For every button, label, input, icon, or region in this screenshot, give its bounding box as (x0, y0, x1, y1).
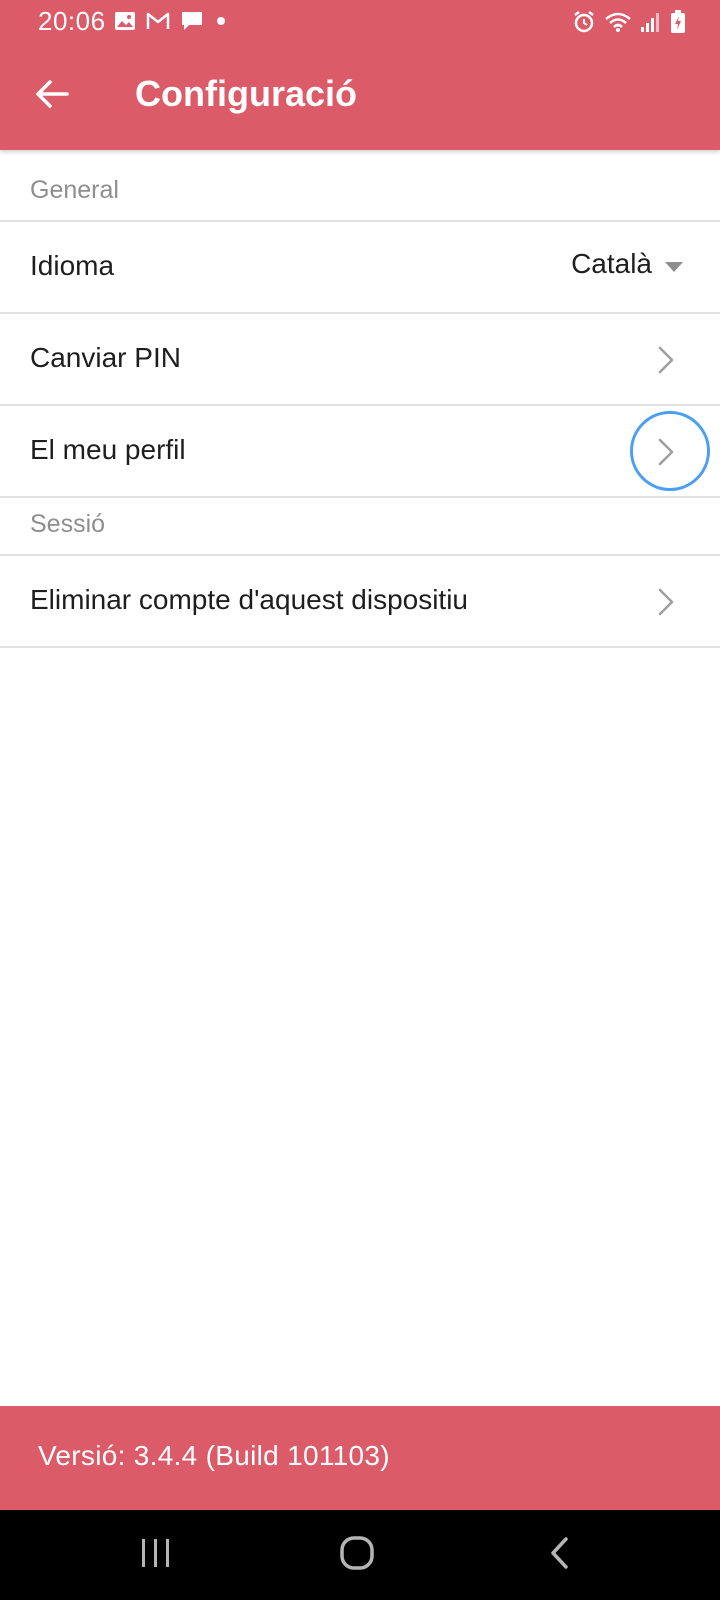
system-back-button[interactable] (530, 1530, 590, 1580)
change-pin-row[interactable]: Canviar PIN (0, 314, 720, 406)
section-header-general: General (0, 150, 720, 222)
chevron-right-icon (652, 586, 678, 618)
wifi-icon (604, 11, 632, 33)
signal-icon (640, 11, 662, 33)
chevron-right-icon (652, 344, 678, 376)
status-time: 20:06 (38, 6, 106, 36)
back-button[interactable] (28, 72, 76, 120)
app-bar: Configuració (0, 44, 720, 150)
page-title: Configuració (135, 73, 357, 114)
alarm-icon (572, 10, 596, 34)
message-icon (180, 10, 204, 32)
image-icon (114, 11, 136, 31)
recent-apps-icon (139, 1537, 173, 1574)
gmail-icon (146, 11, 170, 31)
remove-account-row[interactable]: Eliminar compte d'aquest dispositiu (0, 556, 720, 648)
touch-indicator (630, 411, 710, 491)
language-value: Català (571, 248, 652, 279)
section-header-session: Sessió (0, 498, 720, 556)
status-notification-icons (114, 10, 228, 32)
top-bar: 20:06 Configuració (0, 0, 720, 150)
version-footer: Versió: 3.4.4 (Build 101103) (0, 1406, 720, 1510)
language-dropdown[interactable]: Català (571, 248, 684, 280)
system-nav-bar (0, 1510, 720, 1600)
back-icon (548, 1536, 572, 1575)
dot-icon (214, 14, 228, 28)
status-bar: 20:06 (0, 0, 720, 44)
recent-apps-button[interactable] (126, 1530, 186, 1580)
status-system-icons (572, 10, 686, 34)
arrow-left-icon (35, 79, 69, 114)
settings-list: General Idioma Català Canviar PIN El meu… (0, 150, 720, 648)
home-button[interactable] (327, 1530, 387, 1580)
language-label: Idioma (30, 250, 115, 281)
dropdown-arrow-icon (664, 248, 684, 280)
version-text: Versió: 3.4.4 (Build 101103) (38, 1440, 390, 1471)
home-icon (339, 1535, 375, 1576)
change-pin-label: Canviar PIN (30, 342, 181, 373)
my-profile-row[interactable]: El meu perfil (0, 406, 720, 498)
settings-screen: 20:06 Configuració General Idioma Català… (0, 0, 720, 1600)
my-profile-label: El meu perfil (30, 434, 186, 465)
remove-account-label: Eliminar compte d'aquest dispositiu (30, 584, 469, 615)
battery-icon (670, 10, 686, 34)
language-row[interactable]: Idioma Català (0, 222, 720, 314)
